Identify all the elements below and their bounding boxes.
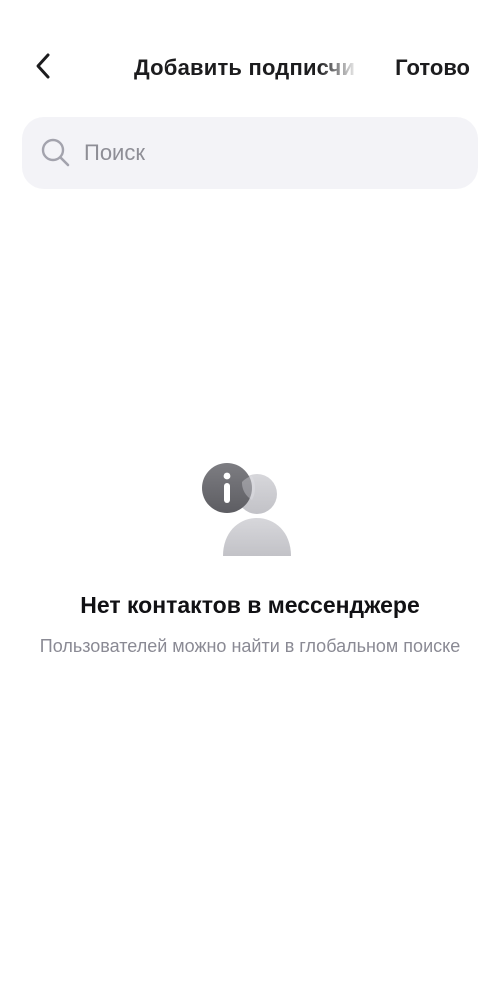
search-icon: [40, 137, 72, 169]
back-button[interactable]: [24, 46, 64, 86]
search-input[interactable]: [82, 132, 466, 174]
empty-state-subtitle: Пользователей можно найти в глобальном п…: [39, 636, 461, 656]
chevron-left-icon: [36, 53, 50, 79]
title-fade: [318, 50, 366, 86]
done-button[interactable]: Готово: [395, 50, 470, 86]
empty-state-title: Нет контактов в мессенджере: [80, 592, 420, 618]
contact-info-icon: [195, 458, 305, 568]
search-bar[interactable]: [22, 117, 478, 189]
header: Добавить подписчи Готово: [0, 0, 500, 120]
screen: Добавить подписчи Готово Поиск Нет конта…: [0, 0, 500, 1000]
empty-state: Нет контактов в мессенджере Пользователе…: [0, 458, 500, 660]
page-title-wrap: Добавить подписчи: [134, 50, 366, 86]
